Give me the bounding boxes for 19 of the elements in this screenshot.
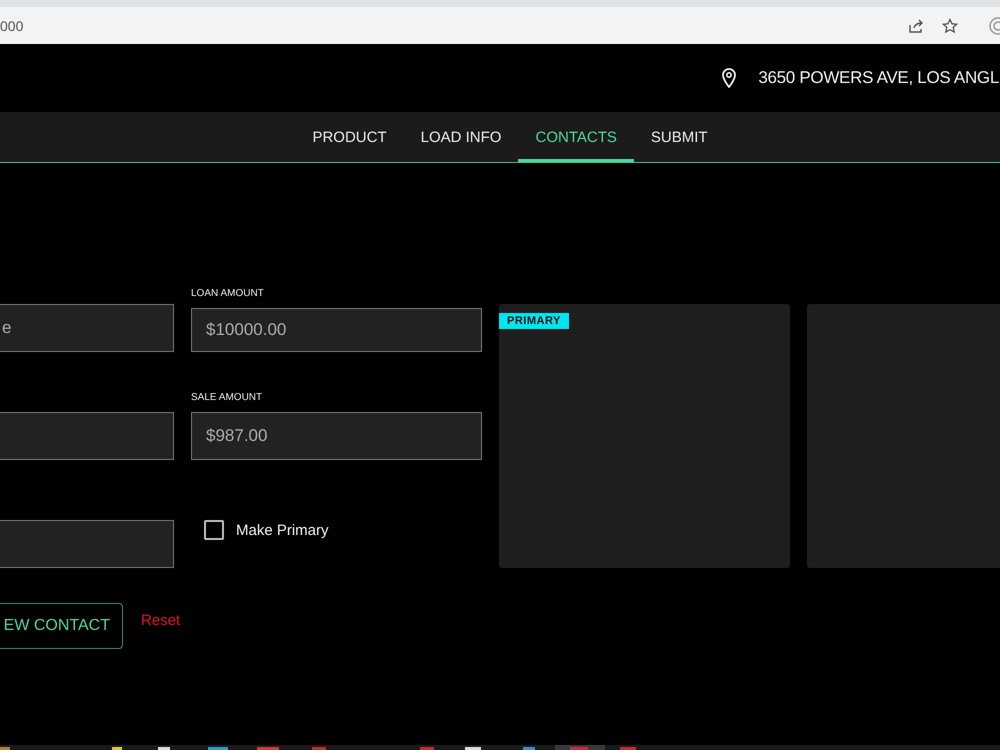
location-pin-icon	[722, 68, 736, 88]
add-contact-button[interactable]: EW CONTACT	[0, 603, 123, 649]
text-field[interactable]: e	[0, 304, 174, 352]
nav-tab[interactable]: LOAD INFO	[404, 112, 518, 162]
checkbox-label: Make Primary	[236, 522, 329, 538]
field-label: SALE AMOUNT	[191, 392, 264, 403]
amount-field[interactable]: $10000.00	[191, 308, 482, 352]
reset-link[interactable]: Reset	[141, 612, 180, 629]
share-icon[interactable]	[908, 18, 924, 34]
nav-tab[interactable]: CONTACTS	[518, 112, 634, 162]
primary-badge: PRIMARY	[499, 313, 569, 329]
field-label: LOAN AMOUNT	[191, 288, 265, 299]
star-icon[interactable]	[942, 18, 958, 34]
address-text: 3650 POWERS AVE, LOS ANGL	[758, 68, 999, 88]
url-text: 000	[0, 18, 24, 34]
nav-tab[interactable]: SUBMIT	[634, 112, 725, 162]
nav-tab[interactable]: PRODUCT	[295, 112, 404, 162]
amount-field[interactable]: $987.00	[191, 412, 482, 460]
checkbox[interactable]	[204, 520, 224, 540]
